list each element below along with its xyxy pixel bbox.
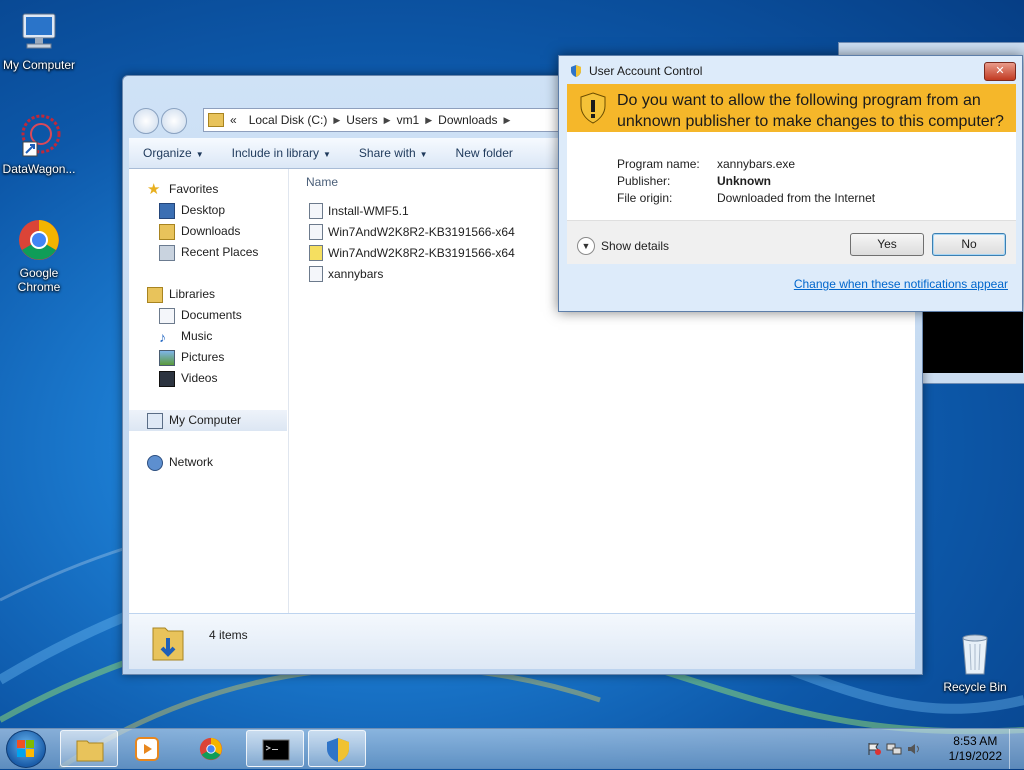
uac-shield-icon [569, 64, 583, 78]
change-notifications-link[interactable]: Change when these notifications appear [794, 277, 1008, 291]
chrome-icon [197, 736, 225, 762]
file-item[interactable]: Win7AndW2K8R2-KB3191566-x64 [309, 222, 515, 242]
desktop-icon-google-chrome[interactable]: Google Chrome [0, 216, 78, 294]
breadcrumb-vm1[interactable]: vm1 [391, 113, 426, 127]
show-desktop-button[interactable] [1009, 729, 1024, 769]
uac-title: User Account Control [589, 64, 703, 78]
nav-network[interactable]: Network [147, 452, 305, 473]
navigation-pane: ★ Favorites Desktop Downloads Recent Plac… [129, 169, 289, 613]
command-prompt-icon [262, 737, 290, 763]
share-with-button[interactable]: Share with ▼ [345, 146, 442, 160]
folder-icon [208, 113, 224, 127]
yes-button[interactable]: Yes [850, 233, 924, 256]
breadcrumb-local-disk[interactable]: Local Disk (C:) [243, 113, 334, 127]
action-center-flag-icon[interactable] [866, 742, 882, 756]
uac-question: Do you want to allow the following progr… [617, 92, 1004, 130]
recent-places-icon [159, 244, 175, 261]
file-origin-row: File origin: Downloaded from the Internet [617, 191, 876, 205]
file-icon [309, 203, 323, 219]
uac-dialog[interactable]: User Account Control ✕ Do you want to al… [558, 55, 1023, 312]
taskbar-chrome[interactable] [182, 730, 240, 767]
media-player-icon [133, 736, 161, 762]
include-in-library-button[interactable]: Include in library ▼ [218, 146, 345, 160]
explorer-folder-icon [76, 737, 104, 763]
uac-warning-banner: Do you want to allow the following progr… [567, 84, 1016, 132]
computer-icon [147, 412, 163, 429]
network-tray-icon[interactable] [886, 742, 902, 756]
column-header-name[interactable]: Name [306, 175, 338, 189]
uac-shield-icon [324, 737, 352, 763]
network-icon [147, 454, 163, 471]
forward-button[interactable] [161, 108, 187, 134]
taskbar-media-player[interactable] [118, 730, 176, 767]
no-button[interactable]: No [932, 233, 1006, 256]
desktop-icon-my-computer[interactable]: My Computer [0, 8, 78, 72]
music-icon: ♪ [159, 328, 166, 345]
breadcrumb-arrow-icon[interactable]: ▶ [504, 115, 511, 126]
desktop-icon [159, 202, 175, 219]
close-button[interactable]: ✕ [984, 62, 1016, 81]
libraries-icon [147, 286, 163, 303]
taskbar-uac[interactable] [308, 730, 366, 767]
organize-button[interactable]: Organize ▼ [129, 146, 218, 160]
breadcrumb-overflow[interactable]: « [224, 113, 243, 127]
computer-icon [15, 8, 63, 56]
breadcrumb-arrow-icon[interactable]: ▶ [333, 115, 340, 126]
documents-icon [159, 307, 175, 324]
taskbar: 8:53 AM 1/19/2022 [0, 728, 1024, 769]
new-folder-button[interactable]: New folder [442, 146, 527, 160]
breadcrumb-arrow-icon[interactable]: ▶ [384, 115, 391, 126]
start-button[interactable] [6, 730, 46, 768]
back-button[interactable] [133, 108, 159, 134]
chevron-down-icon: ▼ [577, 237, 595, 255]
zip-file-icon [309, 245, 323, 261]
archive-file-icon [309, 224, 323, 240]
breadcrumb-downloads[interactable]: Downloads [432, 113, 503, 127]
pictures-icon [159, 349, 175, 366]
item-count: 4 items [209, 628, 248, 642]
file-item[interactable]: Win7AndW2K8R2-KB3191566-x64 [309, 243, 515, 263]
breadcrumb-arrow-icon[interactable]: ▶ [425, 115, 432, 126]
taskbar-command-prompt[interactable] [246, 730, 304, 767]
warning-shield-icon [579, 92, 607, 124]
file-item[interactable]: xannybars [309, 264, 383, 284]
recycle-bin-icon [951, 630, 999, 678]
publisher-row: Publisher: Unknown [617, 174, 771, 188]
nav-favorites[interactable]: ★ Favorites [147, 179, 305, 200]
system-tray: 8:53 AM 1/19/2022 [854, 729, 1024, 769]
file-item[interactable]: Install-WMF5.1 [309, 201, 409, 221]
windows-logo-icon [17, 740, 34, 757]
uac-button-row: ▼ Show details Yes No [567, 220, 1016, 264]
desktop-icon-datawagon[interactable]: DataWagon... [0, 112, 78, 176]
dropdown-arrow-icon: ▼ [195, 150, 204, 159]
star-icon: ★ [147, 180, 161, 198]
dropdown-arrow-icon: ▼ [419, 150, 428, 159]
volume-icon[interactable] [906, 742, 922, 756]
uac-titlebar[interactable]: User Account Control ✕ [559, 56, 1022, 83]
datawagon-icon [15, 112, 63, 160]
breadcrumb-users[interactable]: Users [340, 113, 383, 127]
videos-icon [159, 370, 175, 387]
downloads-folder-large-icon [151, 620, 185, 662]
nav-libraries[interactable]: Libraries [147, 284, 305, 305]
nav-my-computer[interactable]: My Computer [129, 410, 287, 431]
desktop-icon-recycle-bin[interactable]: Recycle Bin [936, 630, 1014, 694]
downloads-folder-icon [159, 223, 175, 240]
program-name-row: Program name: xannybars.exe [617, 157, 796, 171]
taskbar-explorer[interactable] [60, 730, 118, 767]
clock[interactable]: 8:53 AM 1/19/2022 [949, 734, 1002, 764]
dropdown-arrow-icon: ▼ [323, 150, 331, 159]
details-pane: 4 items [129, 614, 915, 669]
show-details-toggle[interactable]: ▼ Show details [577, 237, 669, 255]
executable-file-icon [309, 266, 323, 282]
chrome-icon [15, 216, 63, 264]
